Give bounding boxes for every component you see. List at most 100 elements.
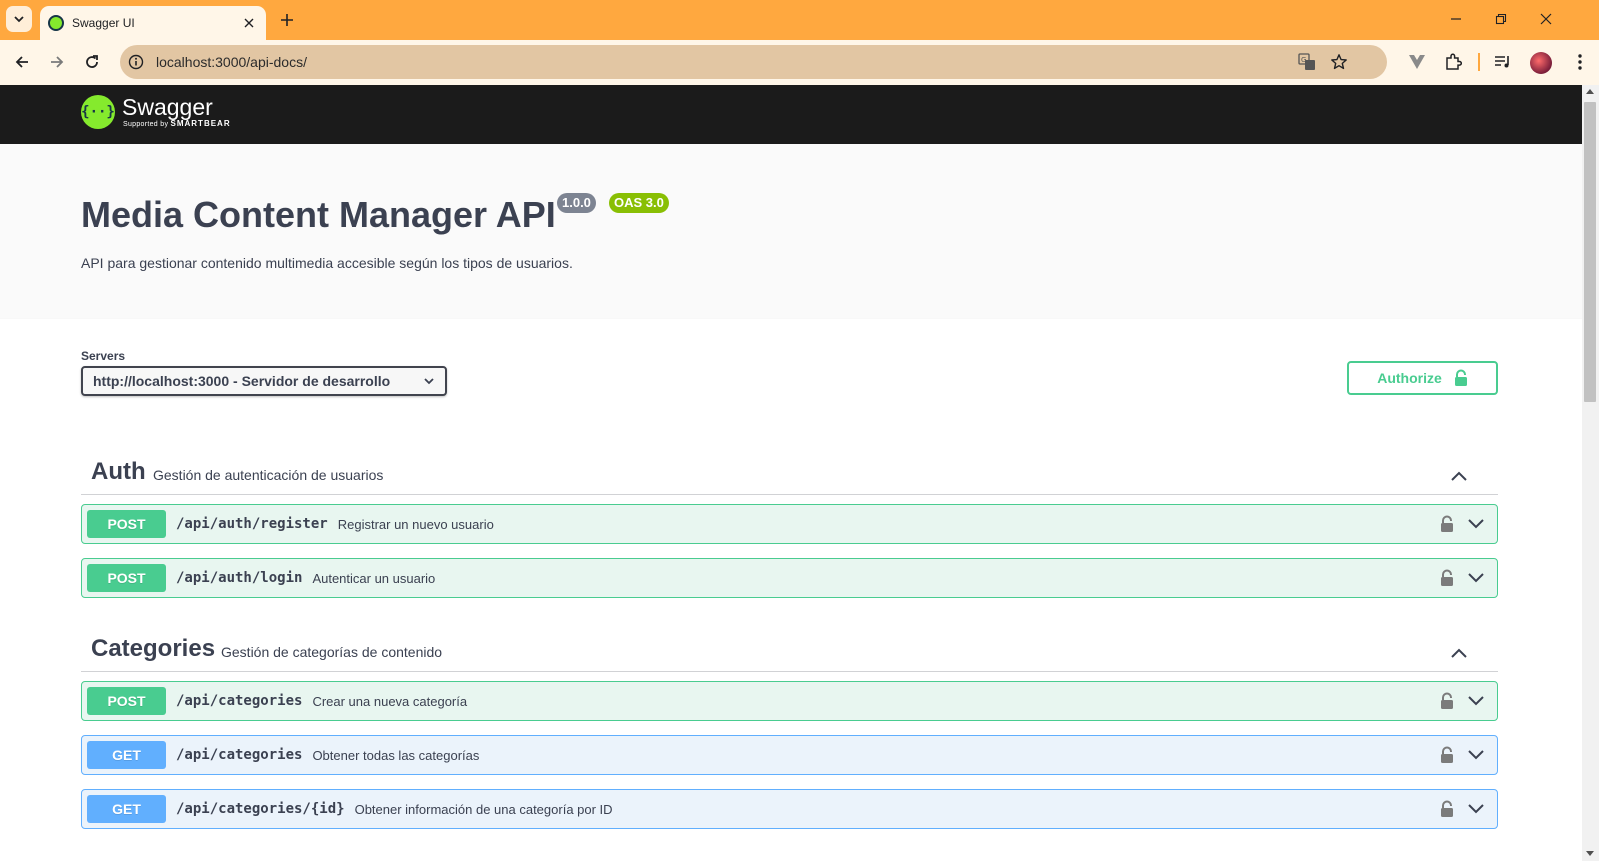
operation-path[interactable]: /api/categories/{id} — [176, 801, 345, 817]
page-scrollbar[interactable] — [1582, 85, 1599, 861]
minimize-icon — [1451, 18, 1461, 20]
browser-menu-button[interactable] — [1567, 49, 1593, 75]
tag-description: Gestión de autenticación de usuarios — [153, 467, 384, 483]
oas-badge: OAS 3.0 — [609, 193, 669, 213]
chevron-down-icon — [1468, 573, 1484, 583]
logo-name: Swagger — [122, 94, 213, 120]
arrow-right-icon — [51, 56, 64, 68]
operation-summary: Registrar un nuevo usuario — [337, 516, 494, 532]
servers-label: Servers — [81, 349, 126, 363]
servers-selected-value: http://localhost:3000 - Servidor de desa… — [93, 373, 391, 389]
new-tab-button[interactable] — [276, 9, 298, 31]
operation-path[interactable]: /api/categories — [176, 693, 302, 709]
operation-path[interactable]: /api/categories — [176, 747, 302, 763]
operation-authorize-button[interactable] — [1437, 567, 1457, 589]
operation-block[interactable]: POST/api/auth/register Registrar un nuevo… — [81, 504, 1498, 544]
tag-section-auth[interactable]: Auth Gestión de autenticación de usuarios — [81, 453, 1498, 495]
url-text[interactable]: localhost:3000/api-docs/ — [156, 54, 307, 70]
info-icon — [128, 54, 144, 70]
method-badge: POST — [87, 510, 166, 538]
back-button[interactable] — [8, 48, 36, 76]
restore-icon — [1495, 13, 1507, 25]
servers-select[interactable]: http://localhost:3000 - Servidor de desa… — [81, 366, 447, 396]
arrow-left-icon — [15, 56, 28, 68]
tag-description: Gestión de categorías de contenido — [221, 644, 443, 660]
operation-authorize-button[interactable] — [1437, 513, 1457, 535]
restore-button[interactable] — [1490, 8, 1512, 30]
operation-summary: Autenticar un usuario — [312, 570, 436, 586]
operation-summary: Obtener todas las categorías — [312, 747, 480, 763]
plus-icon — [281, 14, 293, 26]
operation-authorize-button[interactable] — [1437, 744, 1457, 766]
translate-icon: G — [1298, 53, 1315, 70]
operation-expand-button[interactable] — [1465, 690, 1487, 712]
tag-collapse-button[interactable] — [1448, 642, 1470, 664]
page-viewport: {··} Swagger Supported by SMARTBEAR Medi… — [0, 85, 1582, 861]
tag-name[interactable]: Categories — [91, 635, 215, 663]
operation-block[interactable]: GET/api/categories Obtener todas las cate… — [81, 735, 1498, 775]
chevron-down-icon — [424, 378, 434, 385]
version-badge: 1.0.0 — [557, 193, 596, 213]
tab-close-button[interactable] — [240, 14, 258, 32]
profile-avatar[interactable] — [1530, 52, 1552, 74]
site-info-button[interactable] — [124, 50, 148, 74]
operation-path[interactable]: /api/auth/register — [176, 516, 328, 532]
browser-toolbar: localhost:3000/api-docs/ G — [0, 40, 1599, 85]
tag-collapse-button[interactable] — [1448, 465, 1470, 487]
operation-path[interactable]: /api/auth/login — [176, 570, 302, 586]
swagger-favicon-icon — [48, 15, 64, 31]
tab-search-button[interactable] — [6, 6, 32, 32]
tab-title: Swagger UI — [72, 16, 135, 30]
scroll-down-arrow[interactable] — [1586, 851, 1594, 856]
close-icon — [1540, 13, 1552, 25]
address-bar[interactable]: localhost:3000/api-docs/ G — [120, 45, 1387, 79]
lock-icon — [1441, 569, 1453, 586]
scheme-container: Servers http://localhost:3000 - Servidor… — [0, 319, 1582, 426]
puzzle-icon — [1446, 53, 1462, 70]
operation-block[interactable]: POST/api/categories Crear una nueva categ… — [81, 681, 1498, 721]
vue-devtools-icon — [1409, 55, 1425, 69]
playlist-icon — [1495, 56, 1509, 68]
method-badge: GET — [87, 795, 166, 823]
operation-expand-button[interactable] — [1465, 798, 1487, 820]
lock-icon — [1441, 800, 1453, 817]
operation-block[interactable]: POST/api/auth/login Autenticar un usuario — [81, 558, 1498, 598]
swagger-logo[interactable]: {··} Swagger Supported by SMARTBEAR — [81, 95, 231, 129]
extensions-button[interactable] — [1440, 49, 1466, 75]
chevron-down-icon — [1468, 519, 1484, 529]
swagger-logo-icon: {··} — [81, 95, 115, 129]
bookmark-button[interactable] — [1328, 51, 1350, 73]
operation-expand-button[interactable] — [1465, 513, 1487, 535]
close-window-button[interactable] — [1535, 8, 1557, 30]
forward-button[interactable] — [43, 48, 71, 76]
operation-summary: Crear una nueva categoría — [312, 693, 468, 709]
svg-text:G: G — [1301, 56, 1306, 64]
tag-section-categories[interactable]: Categories Gestión de categorías de conte… — [81, 630, 1498, 672]
more-vert-icon — [1578, 54, 1582, 70]
chevron-down-icon — [1468, 804, 1484, 814]
chevron-up-icon — [1451, 471, 1467, 481]
tag-name[interactable]: Auth — [91, 458, 146, 486]
method-badge: POST — [87, 564, 166, 592]
api-info: Media Content Manager API 1.0.0 OAS 3.0 … — [0, 144, 1582, 319]
translate-button[interactable]: G — [1296, 51, 1318, 73]
lock-icon — [1441, 692, 1453, 709]
operation-expand-button[interactable] — [1465, 567, 1487, 589]
lock-icon — [1441, 746, 1453, 763]
operation-expand-button[interactable] — [1465, 744, 1487, 766]
api-description: API para gestionar contenido multimedia … — [81, 255, 573, 271]
operation-authorize-button[interactable] — [1437, 690, 1457, 712]
minimize-button[interactable] — [1445, 8, 1467, 30]
media-controls-button[interactable] — [1490, 49, 1516, 75]
authorize-button[interactable]: Authorize — [1347, 361, 1498, 395]
operation-block[interactable]: GET/api/categories/{id} Obtener informaci… — [81, 789, 1498, 829]
toolbar-separator — [1478, 53, 1480, 71]
scroll-up-arrow[interactable] — [1586, 89, 1594, 94]
browser-tab[interactable]: Swagger UI — [40, 6, 266, 40]
method-badge: GET — [87, 741, 166, 769]
chevron-down-icon — [14, 16, 24, 23]
scrollbar-thumb[interactable] — [1584, 102, 1596, 402]
extension-vue-button[interactable] — [1404, 49, 1430, 75]
operation-authorize-button[interactable] — [1437, 798, 1457, 820]
reload-button[interactable] — [78, 48, 106, 76]
